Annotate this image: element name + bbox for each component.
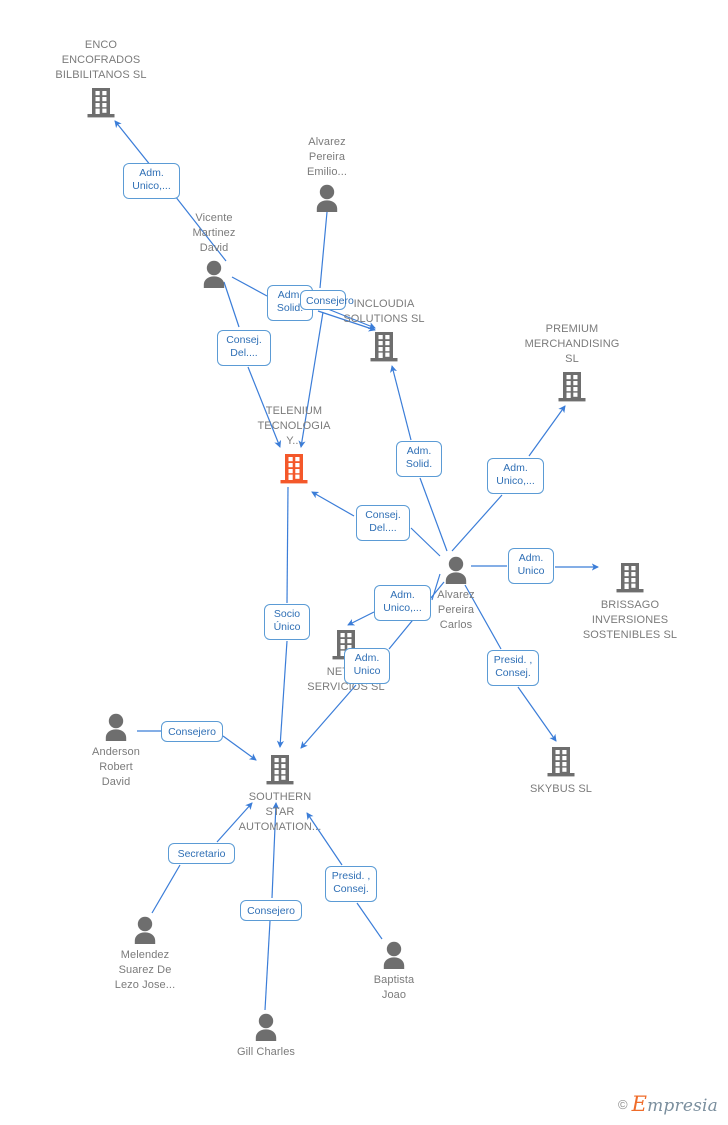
- edge-c6-to-premium: [528, 405, 566, 457]
- relation-chip-c8[interactable]: Adm. Unico: [508, 548, 554, 584]
- person-icon[interactable]: [196, 1012, 336, 1042]
- empresia-logo: Empresia: [632, 1092, 718, 1116]
- relation-chip-c16[interactable]: Consejero: [240, 900, 302, 921]
- building-icon[interactable]: [224, 452, 364, 486]
- relation-chip-c2[interactable]: Consejero: [300, 290, 354, 310]
- watermark: © Empresia: [618, 1092, 718, 1116]
- company-node-telenium[interactable]: TELENIUM TECNOLOGIA Y...: [224, 404, 364, 486]
- relation-chip-c5[interactable]: Adm. Solid.: [396, 441, 442, 477]
- copyright-symbol: ©: [617, 1096, 628, 1112]
- edge-carlos-to-c7: [410, 527, 441, 557]
- relation-chip-c7[interactable]: Consej. Del....: [356, 505, 410, 541]
- edge-c12-to-skybus: [517, 686, 557, 742]
- node-label: Anderson Robert David: [92, 746, 140, 788]
- person-node-emilio[interactable]: Alvarez Pereira Emilio...: [257, 135, 397, 213]
- building-icon[interactable]: [314, 330, 454, 364]
- node-label: BRISSAGO INVERSIONES SOSTENIBLES SL: [582, 599, 678, 641]
- edge-carlos-to-c5: [419, 477, 448, 552]
- node-label: TELENIUM TECNOLOGIA Y...: [257, 405, 331, 447]
- node-label: ENCO ENCOFRADOS BILBILITANOS SL: [55, 39, 147, 81]
- relation-chip-c10[interactable]: Adm. Unico,...: [374, 585, 431, 621]
- building-icon[interactable]: [491, 745, 631, 779]
- person-node-melendez[interactable]: Melendez Suarez De Lezo Jose...: [75, 915, 215, 993]
- node-label: SKYBUS SL: [529, 783, 593, 795]
- relation-chip-c1[interactable]: Adm. Unico,...: [123, 163, 180, 199]
- edge-carlos-to-c6: [451, 494, 503, 552]
- graph-canvas: ENCO ENCOFRADOS BILBILITANOS SL Vicente M…: [0, 0, 728, 1125]
- edge-telenium-to-c9: [286, 486, 289, 604]
- person-icon[interactable]: [144, 259, 284, 289]
- edge-baptista-to-c15: [356, 902, 383, 940]
- relation-chip-c14[interactable]: Secretario: [168, 843, 235, 864]
- building-icon[interactable]: [31, 86, 171, 120]
- person-icon[interactable]: [386, 555, 526, 585]
- building-icon[interactable]: [210, 753, 350, 787]
- node-label: Vicente Martinez David: [192, 212, 236, 254]
- person-node-vicente[interactable]: Vicente Martinez David: [144, 211, 284, 289]
- company-node-premium[interactable]: PREMIUM MERCHANDISING SL: [502, 322, 642, 404]
- node-label: Gill Charles: [236, 1046, 296, 1058]
- relation-chip-c4[interactable]: Consej. Del....: [217, 330, 271, 366]
- person-icon[interactable]: [257, 183, 397, 213]
- person-node-gill[interactable]: Gill Charles: [196, 1012, 336, 1060]
- person-icon[interactable]: [75, 915, 215, 945]
- edge-gill-to-c16: [264, 920, 271, 1011]
- edge-emilio-to-c2: [319, 211, 328, 289]
- company-node-enco[interactable]: ENCO ENCOFRADOS BILBILITANOS SL: [31, 38, 171, 120]
- building-icon[interactable]: [502, 370, 642, 404]
- relation-chip-c13[interactable]: Consejero: [161, 721, 223, 742]
- building-icon[interactable]: [560, 561, 700, 595]
- relation-chip-c6[interactable]: Adm. Unico,...: [487, 458, 544, 494]
- relation-chip-c9[interactable]: Socio Único: [264, 604, 310, 640]
- empresia-logo-text: mpresia: [647, 1096, 718, 1116]
- company-node-brissago[interactable]: BRISSAGO INVERSIONES SOSTENIBLES SL: [560, 561, 700, 643]
- node-label: PREMIUM MERCHANDISING SL: [524, 323, 620, 365]
- node-label: SOUTHERN STAR AUTOMATION...: [238, 791, 322, 833]
- edge-c10-to-neta: [347, 611, 375, 626]
- person-node-baptista[interactable]: Baptista Joao: [324, 940, 464, 1003]
- edge-melendez-to-c14: [151, 864, 181, 914]
- company-node-skybus[interactable]: SKYBUS SL: [491, 745, 631, 797]
- edge-c5-to-incloudia: [390, 365, 412, 441]
- node-label: Melendez Suarez De Lezo Jose...: [114, 949, 176, 991]
- node-label: Baptista Joao: [373, 974, 415, 1001]
- relation-chip-c15[interactable]: Presid. , Consej.: [325, 866, 377, 902]
- person-icon[interactable]: [324, 940, 464, 970]
- relation-chip-c11[interactable]: Adm. Unico: [344, 648, 390, 684]
- company-node-southern[interactable]: SOUTHERN STAR AUTOMATION...: [210, 753, 350, 835]
- relation-chip-c12[interactable]: Presid. , Consej.: [487, 650, 539, 686]
- node-label: Alvarez Pereira Emilio...: [306, 136, 348, 178]
- edge-c7-to-telenium: [311, 491, 355, 517]
- empresia-logo-initial: E: [631, 1092, 648, 1116]
